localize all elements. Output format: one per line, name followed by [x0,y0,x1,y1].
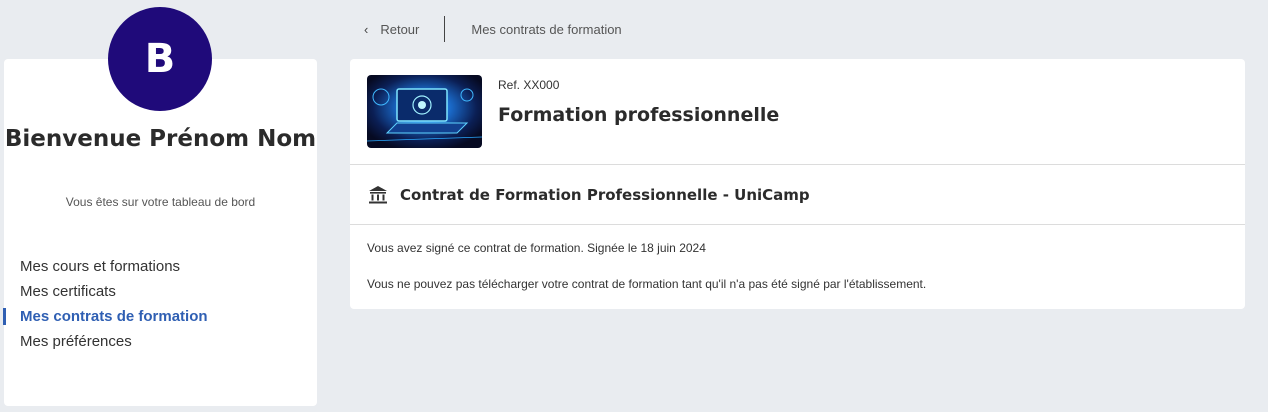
welcome-heading: Bienvenue Prénom Nom [4,126,317,152]
contract-details: Vous avez signé ce contrat de formation.… [350,225,1245,291]
signed-status-text: Vous avez signé ce contrat de formation.… [367,241,706,255]
sidebar-item-certificates[interactable]: Mes certificats [0,279,208,304]
back-label: Retour [380,21,420,37]
chevron-left-icon: ‹ [364,21,369,37]
contract-title-row: Contrat de Formation Professionnelle - U… [350,165,1245,225]
sidebar-item-courses[interactable]: Mes cours et formations [0,254,208,279]
course-header: Ref. XX000 Formation professionnelle [350,59,1245,165]
course-ref: Ref. XX000 [498,78,560,92]
institution-icon [368,185,388,205]
contract-card: Ref. XX000 Formation professionnelle Con… [350,59,1245,309]
breadcrumb-divider [444,16,446,42]
contract-title: Contrat de Formation Professionnelle - U… [400,185,810,204]
sidebar-nav: Mes cours et formations Mes certificats … [0,254,208,354]
sidebar-item-contracts[interactable]: Mes contrats de formation [0,304,208,329]
sidebar-item-preferences[interactable]: Mes préférences [0,329,208,354]
avatar-letter: B [144,36,176,82]
back-button[interactable]: ‹ Retour [364,22,419,37]
course-thumbnail [367,75,482,148]
breadcrumb: ‹ Retour Mes contrats de formation [364,16,622,42]
download-notice-text: Vous ne pouvez pas télécharger votre con… [367,277,927,291]
dashboard-subtitle: Vous êtes sur votre tableau de bord [65,195,256,209]
avatar: B [108,7,212,111]
breadcrumb-current: Mes contrats de formation [471,21,622,37]
course-title: Formation professionnelle [498,104,780,126]
page: B Bienvenue Prénom Nom Vous êtes sur vot… [0,0,1268,412]
